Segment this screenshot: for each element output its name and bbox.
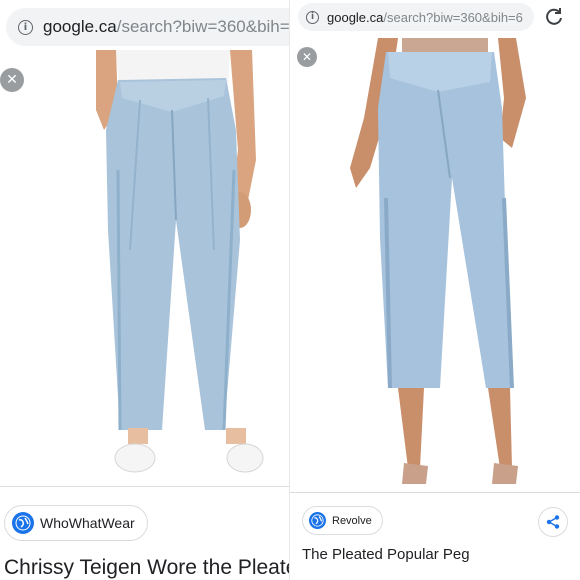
right-shoe-shape <box>492 463 518 484</box>
right-ankle-shape <box>226 428 246 444</box>
left-shoe-shape <box>402 463 428 484</box>
divider <box>290 492 580 493</box>
url-path: /search?biw=360&bih=6 <box>116 17 290 36</box>
url-host: google.ca <box>43 17 117 36</box>
url-text[interactable]: google.ca/search?biw=360&bih=6 <box>327 10 523 25</box>
result-title[interactable]: The Pleated Popular Peg <box>302 546 470 563</box>
result-title[interactable]: Chrissy Teigen Wore the Pleate <box>4 556 290 580</box>
close-icon[interactable]: ✕ <box>0 68 24 92</box>
close-icon[interactable]: ✕ <box>297 47 317 67</box>
product-image-jeans[interactable] <box>290 38 580 492</box>
reload-icon[interactable] <box>542 5 566 29</box>
globe-icon <box>309 512 326 529</box>
share-icon[interactable] <box>538 507 568 537</box>
product-image-jeans[interactable] <box>0 50 290 486</box>
left-search-result-panel: i google.ca/search?biw=360&bih=6 ✕ WhoWh… <box>0 0 290 580</box>
right-search-result-panel: i google.ca/search?biw=360&bih=6 ✕ Revol… <box>290 0 580 580</box>
url-text[interactable]: google.ca/search?biw=360&bih=6 <box>43 17 290 37</box>
address-bar[interactable]: i google.ca/search?biw=360&bih=6 <box>6 8 290 46</box>
url-path: /search?biw=360&bih=6 <box>383 9 523 25</box>
globe-icon <box>12 512 34 534</box>
info-icon[interactable]: i <box>18 19 33 35</box>
address-bar[interactable]: i google.ca/search?biw=360&bih=6 <box>298 3 534 31</box>
left-shoe-shape <box>114 443 156 473</box>
source-label: Revolve <box>332 514 372 527</box>
source-chip-revolve[interactable]: Revolve <box>302 506 383 535</box>
jeans-photo-illustration <box>290 38 580 492</box>
jeans-photo-illustration <box>96 50 264 473</box>
source-label: WhoWhatWear <box>40 515 135 531</box>
right-shoe-shape <box>226 443 264 473</box>
info-icon[interactable]: i <box>306 10 319 24</box>
left-ankle-shape <box>128 428 148 444</box>
source-chip-whowhatwear[interactable]: WhoWhatWear <box>4 505 148 541</box>
divider <box>0 486 290 487</box>
url-host: google.ca <box>327 9 384 25</box>
